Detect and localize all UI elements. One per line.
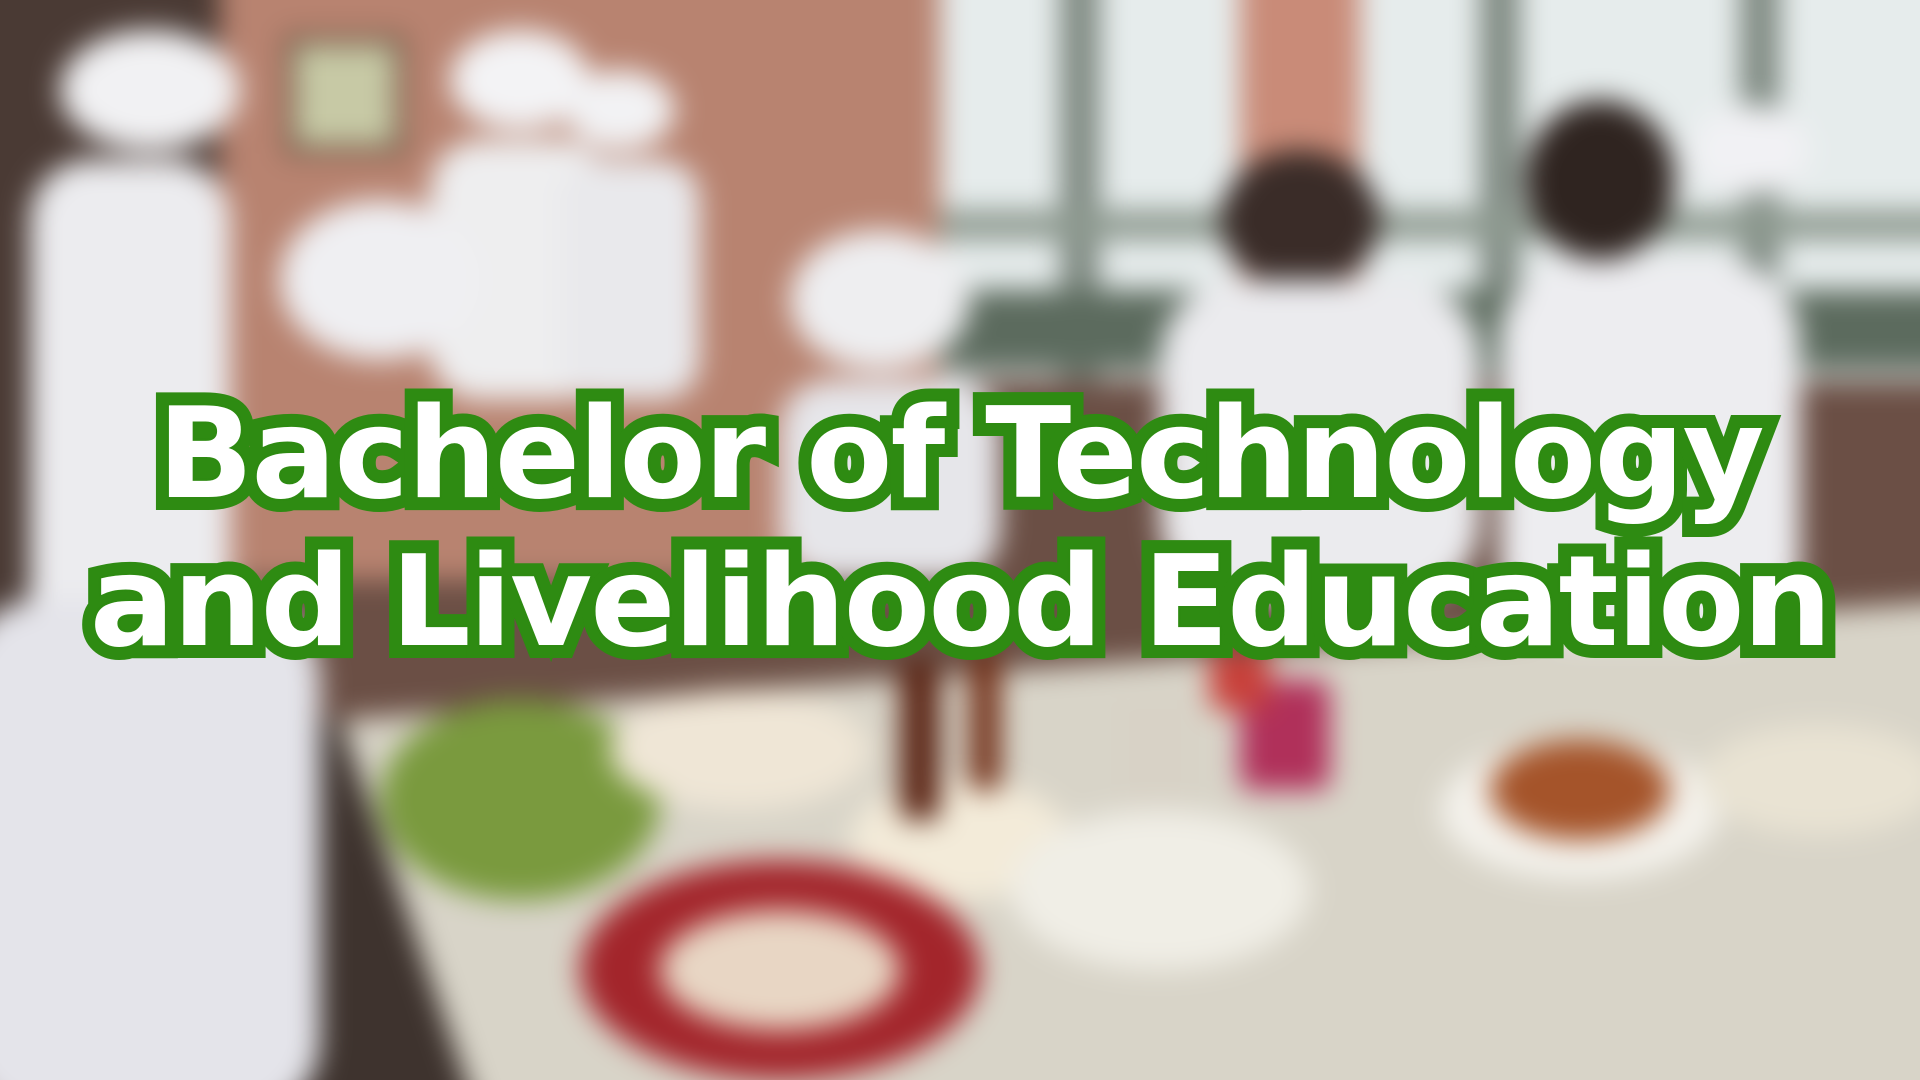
title-block: Bachelor of Technology and Livelihood Ed… xyxy=(0,367,1920,688)
title-line-2: and Livelihood Education xyxy=(77,515,1846,688)
title-line-1: Bachelor of Technology xyxy=(144,367,1777,540)
thumbnail-scene: Bachelor of Technology and Livelihood Ed… xyxy=(0,0,1920,1080)
